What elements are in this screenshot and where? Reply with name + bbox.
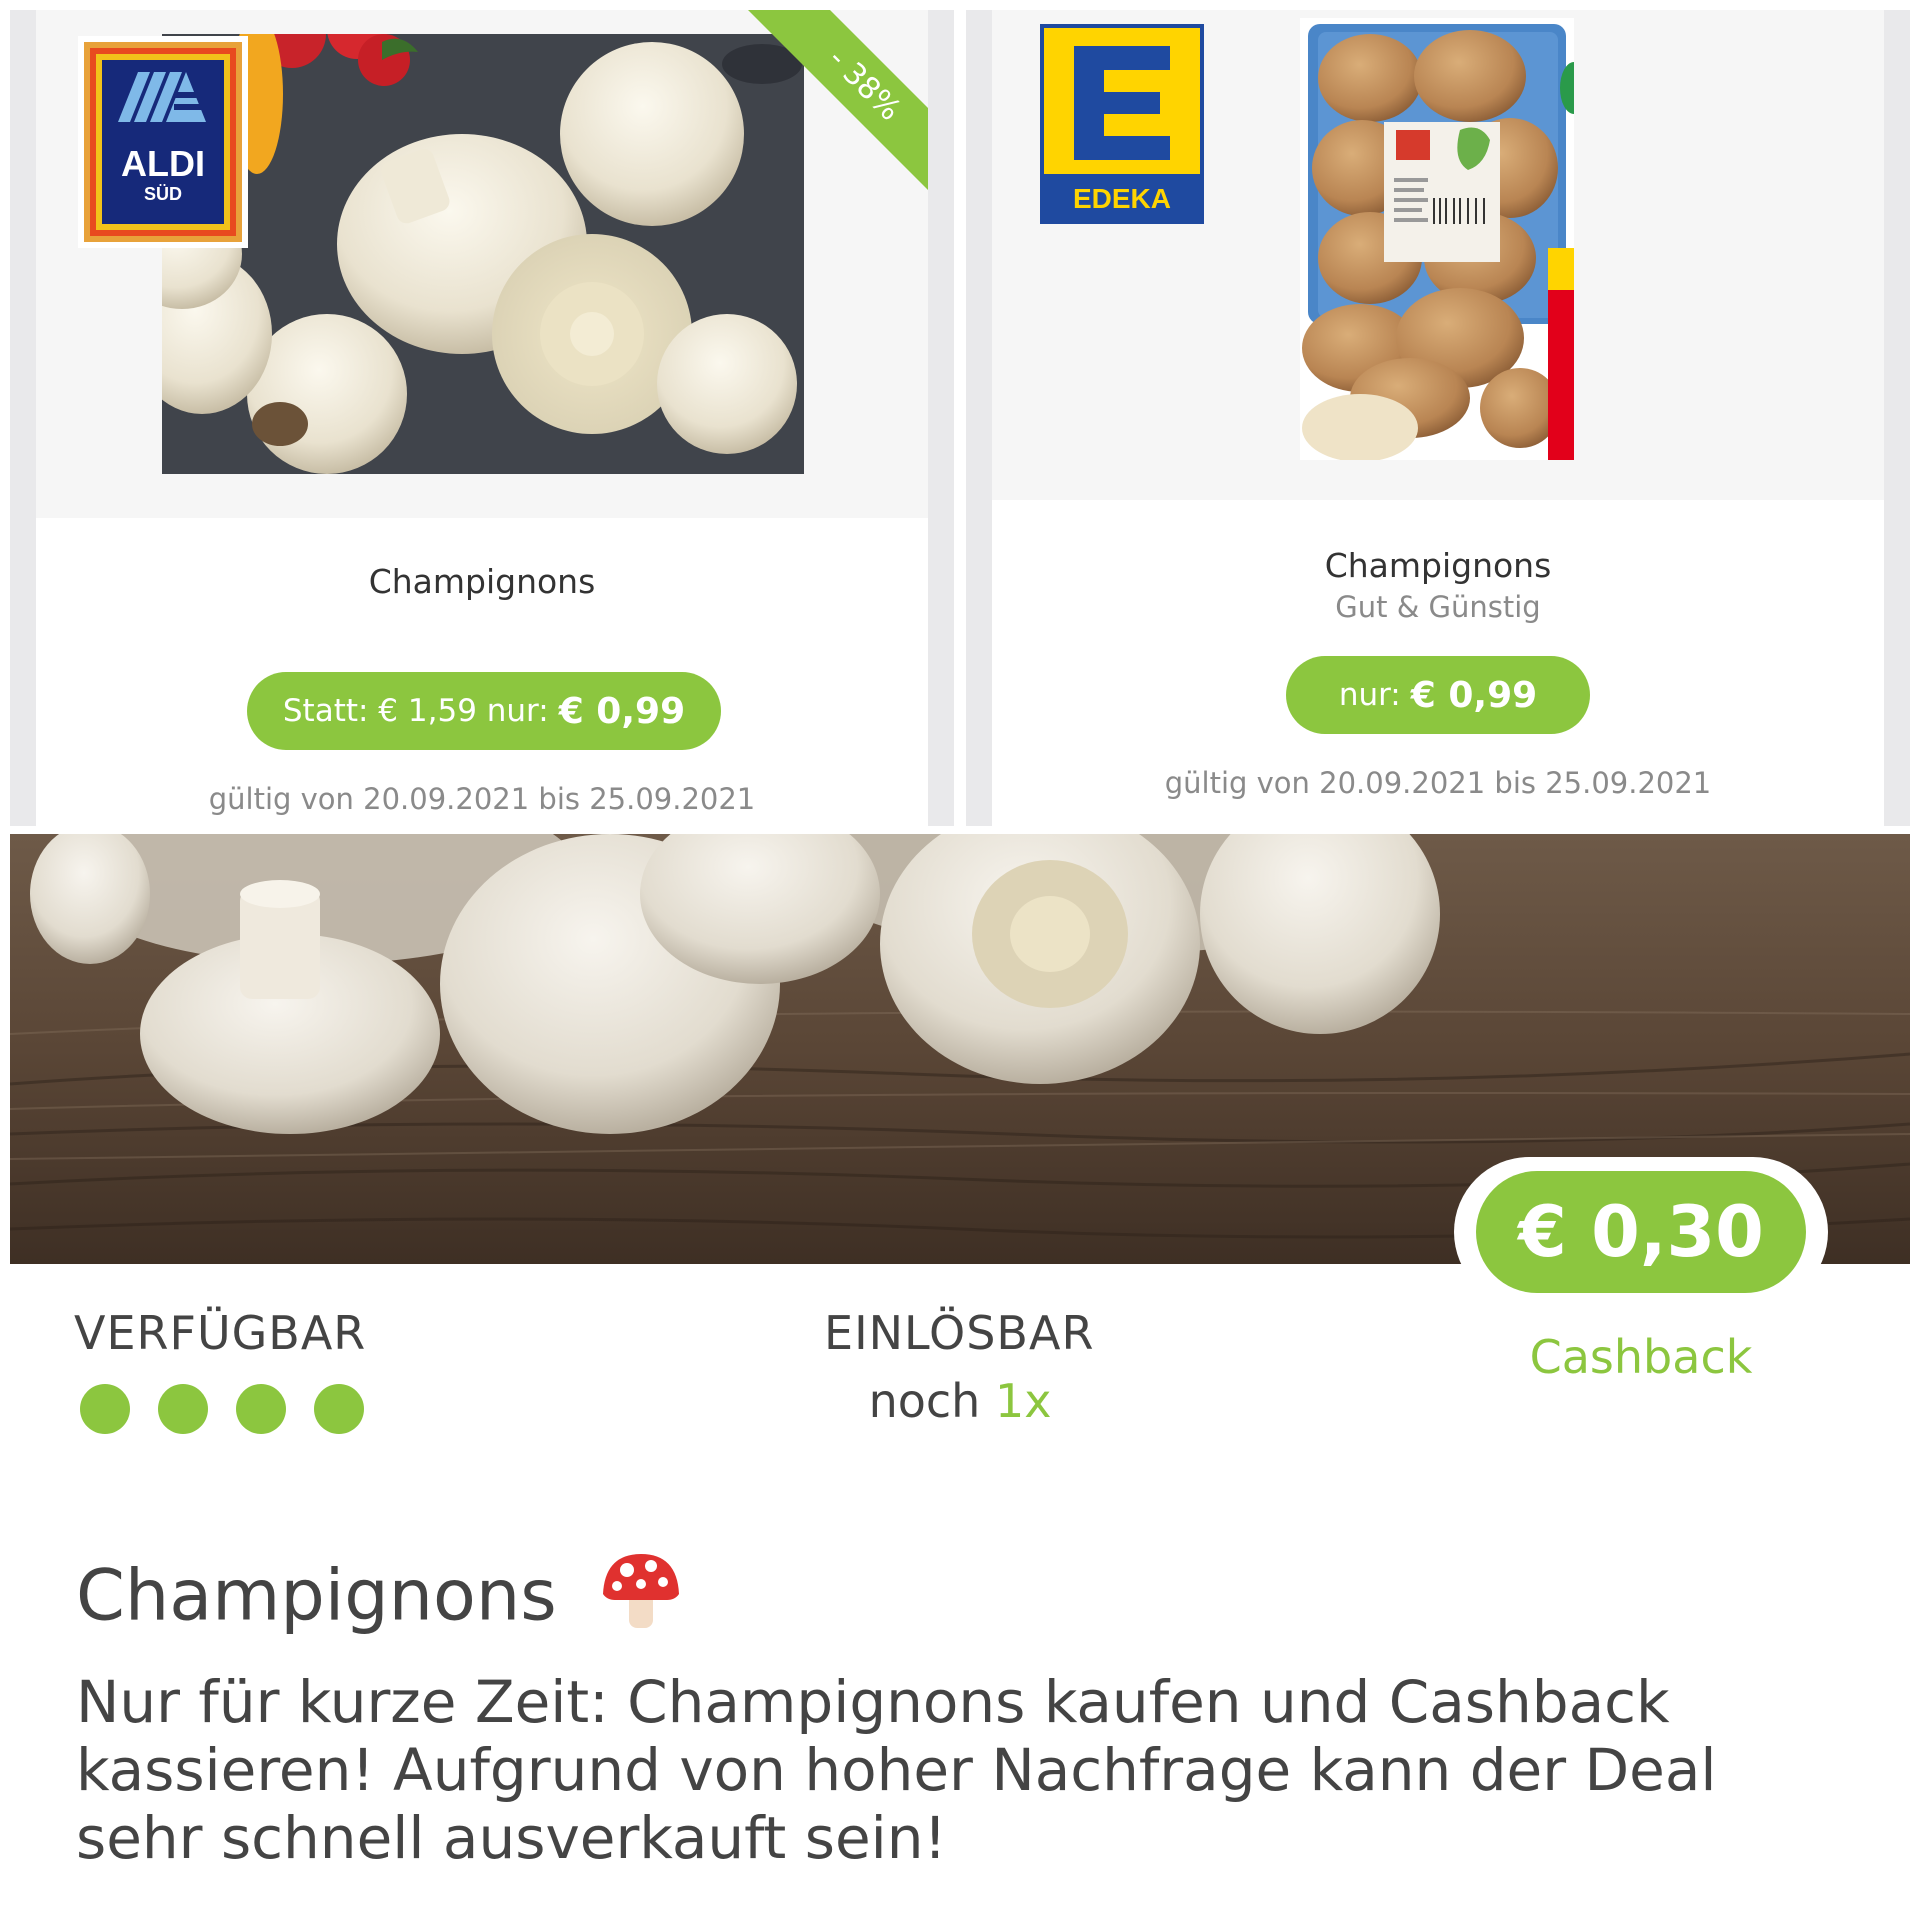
cashback-label: Cashback — [1529, 1330, 1753, 1384]
aldi-logo-text: ALDI — [121, 143, 205, 184]
redeemable-count: noch 1x — [820, 1374, 1100, 1428]
availability-label: VERFÜGBAR — [74, 1306, 367, 1360]
aldi-offer-card[interactable]: ALDI SÜD - 38% Champignons Statt: € 1,59… — [36, 10, 928, 826]
product-title-text: Champignons — [76, 1554, 557, 1637]
product-title: Champignons — [76, 1550, 683, 1651]
aldi-validity: gültig von 20.09.2021 bis 25.09.2021 — [208, 782, 756, 816]
availability-dot — [80, 1384, 130, 1434]
aldi-logo: ALDI SÜD — [78, 36, 248, 248]
redeemable-label: EINLÖSBAR — [824, 1306, 1095, 1360]
edeka-price-button[interactable]: nur: € 0,99 — [1286, 656, 1590, 734]
availability-dot — [158, 1384, 208, 1434]
cashback-amount: € 0,30 — [1476, 1171, 1806, 1293]
aldi-price-label: Statt: € 1,59 nur: — [282, 693, 549, 729]
discount-ribbon: - 38% — [718, 10, 928, 220]
aldi-price-value: € 0,99 — [558, 690, 686, 732]
edeka-product-photo — [1300, 18, 1574, 460]
offer-collage: ALDI SÜD - 38% Champignons Statt: € 1,59… — [0, 0, 1920, 826]
aldi-offer-title: Champignons — [368, 562, 596, 601]
edeka-offer-title: Champignons — [1324, 546, 1552, 585]
aldi-logo-sub: SÜD — [144, 184, 182, 204]
redeemable-prefix: noch — [868, 1374, 981, 1428]
aldi-price-button[interactable]: Statt: € 1,59 nur: € 0,99 — [247, 672, 721, 750]
edeka-offer-card[interactable]: EDEKA Champignons Gut & Günstig nur: € 0… — [992, 10, 1884, 826]
edeka-logo: EDEKA — [1040, 24, 1204, 224]
edeka-logo-text: EDEKA — [1073, 183, 1171, 214]
edeka-price-label: nur: — [1338, 677, 1401, 713]
redeemable-times: 1x — [994, 1374, 1052, 1428]
edeka-validity: gültig von 20.09.2021 bis 25.09.2021 — [1164, 766, 1712, 800]
edeka-price-value: € 0,99 — [1410, 674, 1538, 716]
discount-badge: - 38% — [737, 10, 928, 212]
edeka-offer-subtitle: Gut & Günstig — [1335, 590, 1541, 624]
product-description: Nur für kurze Zeit: Champignons kaufen u… — [76, 1668, 1717, 1872]
aldi-mushroom-photo — [162, 34, 804, 474]
availability-dot — [314, 1384, 364, 1434]
mushroom-icon — [599, 1550, 683, 1651]
availability-dot — [236, 1384, 286, 1434]
